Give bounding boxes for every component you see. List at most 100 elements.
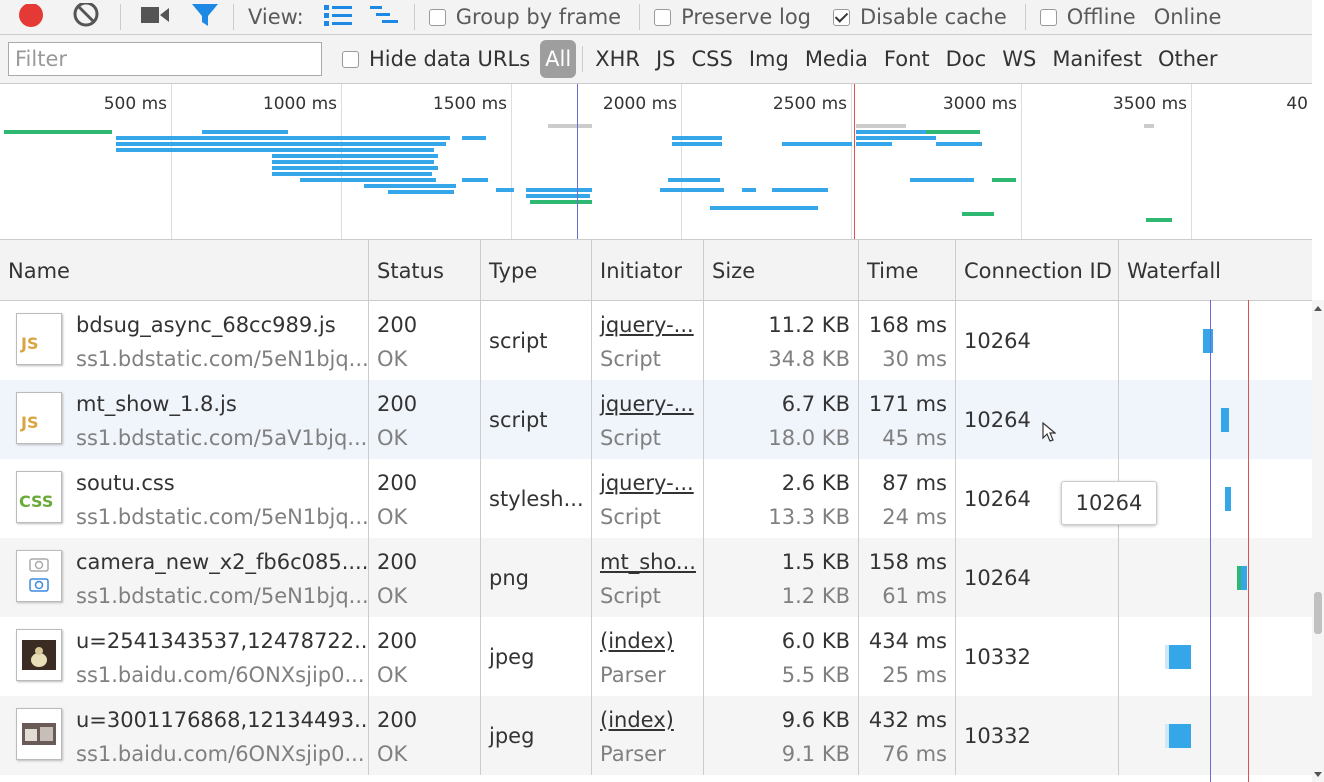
overview-request-bar [300, 178, 436, 182]
waterfall-overview-icon [369, 6, 398, 23]
toolbar-divider [233, 4, 234, 30]
filter-input[interactable] [8, 42, 322, 76]
preserve-log-checkbox[interactable] [654, 8, 672, 26]
transfer-size: 6.0 KB [781, 629, 850, 653]
column-header-status[interactable]: Status [369, 240, 481, 300]
scroll-down-arrow-icon[interactable] [1314, 772, 1322, 777]
request-name: soutu.css [76, 471, 175, 495]
overview-request-bar [116, 148, 434, 152]
group-by-frame-checkbox[interactable] [428, 8, 446, 26]
waterfall-cell [1119, 301, 1312, 380]
scroll-up-arrow-icon[interactable] [1314, 306, 1322, 311]
vertical-scrollbar[interactable] [1312, 300, 1324, 782]
clear-button[interactable] [72, 0, 100, 34]
column-header-size[interactable]: Size [704, 240, 859, 300]
overview-request-bar [672, 136, 722, 140]
overview-gridline [1191, 84, 1192, 239]
offline-checkbox[interactable] [1039, 8, 1057, 26]
type-filter-doc[interactable]: Doc [938, 39, 995, 79]
column-header-connection-id[interactable]: Connection ID [956, 240, 1119, 300]
initiator-link[interactable]: mt_sho... [600, 550, 696, 574]
type-filter-css[interactable]: CSS [684, 39, 741, 79]
waterfall-cell [1119, 696, 1312, 775]
filter-bar: Hide data URLs All XHR JS CSS Img Media … [0, 35, 1312, 84]
initiator-link[interactable]: (index) [600, 629, 674, 653]
record-button[interactable] [18, 0, 44, 34]
content-size: 13.3 KB [768, 505, 850, 529]
status-code: 200 [377, 708, 418, 732]
large-rows-button[interactable] [323, 0, 352, 34]
type-filter-media[interactable]: Media [797, 39, 876, 79]
request-latency: 76 ms [882, 742, 947, 766]
type-filter-ws[interactable]: WS [994, 39, 1044, 79]
table-row[interactable]: u=3001176868,12134493... ss1.baidu.com/6… [0, 696, 1312, 775]
load-event-line [854, 84, 855, 239]
initiator-link[interactable]: jquery-... [600, 392, 694, 416]
table-row[interactable]: u=2541343537,12478722... ss1.baidu.com/6… [0, 617, 1312, 696]
column-header-name[interactable]: Name [0, 240, 369, 300]
table-row[interactable]: JS bdsug_async_68cc989.js ss1.bdstatic.c… [0, 301, 1312, 380]
overview-request-bar [742, 188, 756, 192]
overview-button[interactable] [369, 0, 400, 34]
column-header-waterfall[interactable]: Waterfall [1119, 240, 1312, 300]
initiator-type: Script [600, 505, 661, 529]
camera-image-icon [16, 550, 62, 602]
type-filter-manifest[interactable]: Manifest [1044, 39, 1150, 79]
overview-request-bar [856, 142, 892, 146]
type-filter-other[interactable]: Other [1150, 39, 1226, 79]
hide-data-urls-checkbox[interactable] [342, 50, 359, 68]
initiator-link[interactable]: jquery-... [600, 471, 694, 495]
connection-id: 10332 [964, 645, 1031, 669]
connection-id-tooltip: 10264 [1061, 481, 1157, 525]
type-filter-img[interactable]: Img [741, 39, 797, 79]
overview-request-bar [462, 178, 488, 182]
status-text: OK [377, 742, 408, 766]
filter-toggle-button[interactable] [191, 0, 219, 34]
waterfall-load-line [1248, 300, 1249, 782]
content-size: 18.0 KB [768, 426, 850, 450]
throttling-select[interactable]: Online [1154, 5, 1222, 29]
type-filter-xhr[interactable]: XHR [587, 39, 648, 79]
transfer-size: 1.5 KB [781, 550, 850, 574]
initiator-link[interactable]: jquery-... [600, 313, 694, 337]
initiator-type: Parser [600, 663, 666, 687]
overview-gridline [1021, 84, 1022, 239]
status-code: 200 [377, 629, 418, 653]
preserve-log-label: Preserve log [681, 5, 812, 29]
toolbar-divider [413, 4, 415, 30]
column-header-time[interactable]: Time [859, 240, 956, 300]
overview-request-bar [272, 154, 438, 158]
table-row[interactable]: JS mt_show_1.8.js ss1.bdstatic.com/5aV1b… [0, 380, 1312, 459]
content-size: 9.1 KB [781, 742, 850, 766]
overview-tick-label: 40 [1286, 94, 1308, 114]
overview-tick-label: 2000 ms [602, 94, 677, 114]
photo-glyph [22, 640, 56, 670]
type-filter-js[interactable]: JS [648, 39, 684, 79]
waterfall-bar [1169, 645, 1191, 669]
request-url: ss1.bdstatic.com/5eN1bjq... [76, 347, 369, 371]
overview-request-bar [1146, 218, 1172, 222]
request-type: script [489, 408, 548, 432]
initiator-type: Script [600, 584, 661, 608]
initiator-link[interactable]: (index) [600, 708, 674, 732]
scrollbar-thumb[interactable] [1314, 592, 1322, 634]
status-code: 200 [377, 471, 418, 495]
request-time: 432 ms [868, 708, 947, 732]
overview-request-bar [672, 142, 722, 146]
type-filter-all[interactable]: All [540, 40, 577, 78]
timeline-overview[interactable]: 500 ms 1000 ms 1500 ms 2000 ms 2500 ms 3… [0, 84, 1312, 240]
column-header-initiator[interactable]: Initiator [592, 240, 704, 300]
capture-screenshots-button[interactable] [141, 0, 171, 34]
list-view-icon [323, 5, 352, 26]
table-row[interactable]: camera_new_x2_fb6c085.... ss1.bdstatic.c… [0, 538, 1312, 617]
js-file-icon: JS [16, 392, 62, 444]
overview-request-bar [526, 194, 590, 198]
overview-request-bar [910, 178, 974, 182]
request-latency: 30 ms [882, 347, 947, 371]
column-header-type[interactable]: Type [481, 240, 592, 300]
overview-request-bar [992, 178, 1016, 182]
disable-cache-checkbox[interactable] [833, 8, 851, 26]
overview-tick-label: 1000 ms [262, 94, 337, 114]
overview-request-bar [4, 130, 112, 134]
type-filter-font[interactable]: Font [876, 39, 938, 79]
